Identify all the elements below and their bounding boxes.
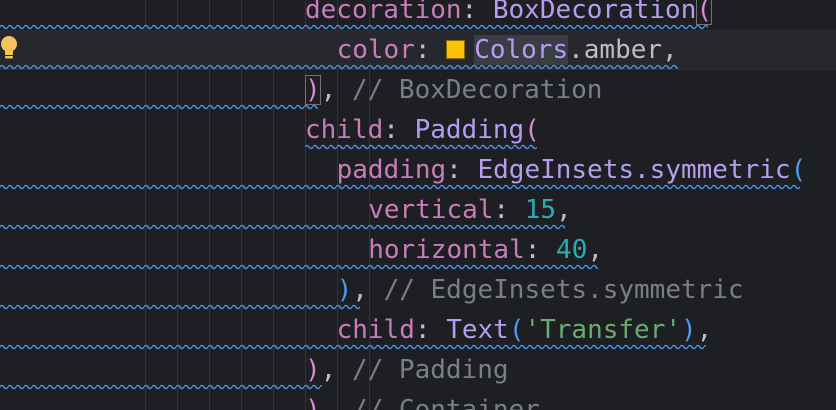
code-token: 15 [524, 195, 557, 225]
code-token: Text [446, 315, 509, 345]
code-token: Padding [414, 115, 525, 145]
code-token: ( [790, 155, 807, 185]
code-token: , [696, 315, 713, 345]
code-line[interactable]: ), // EdgeInsets.symmetric [337, 270, 744, 310]
code-token: ( [508, 315, 525, 345]
code-token: child [305, 115, 384, 145]
code-token: .amber, [568, 35, 678, 65]
color-swatch-icon[interactable] [446, 40, 466, 59]
code-token: decoration [305, 0, 462, 25]
warning-squiggle [0, 104, 318, 110]
code-token: vertical [368, 195, 494, 225]
code-token: child [336, 315, 415, 345]
code-token: , [320, 355, 352, 385]
code-token: : [383, 115, 415, 145]
code-token: ) [681, 315, 697, 345]
code-token: , [587, 235, 604, 265]
code-token: , [556, 195, 572, 225]
code-token: color [336, 35, 415, 65]
code-line[interactable]: ), // Container [305, 390, 540, 410]
warning-squiggle [0, 384, 322, 390]
code-token: BoxDecoration [492, 0, 697, 25]
code-line[interactable]: ), // BoxDecoration [305, 70, 602, 110]
code-token: : [461, 0, 493, 25]
code-token: 40 [556, 235, 588, 265]
code-token: padding [336, 155, 447, 185]
code-token: : [446, 155, 478, 185]
code-token: : [414, 35, 447, 65]
code-token: // BoxDecoration [351, 75, 603, 105]
code-token: , [352, 275, 384, 305]
code-token: ) [305, 75, 321, 105]
code-token: horizontal [368, 235, 525, 265]
lightbulb-icon[interactable] [0, 35, 21, 63]
code-token: // Padding [351, 355, 509, 385]
code-token: : [493, 195, 525, 225]
code-editor[interactable]: decoration: BoxDecoration(color: Colors.… [0, 0, 836, 410]
code-token: Colors [474, 35, 569, 65]
code-token: // EdgeInsets.symmetric [383, 275, 744, 305]
code-token: ( [524, 115, 540, 145]
code-token: // Container [351, 395, 540, 410]
code-token: : [414, 315, 447, 345]
code-token: ) [305, 395, 321, 410]
code-token: ) [336, 275, 353, 305]
code-token: 'Transfer' [524, 315, 682, 345]
code-token: , [320, 395, 352, 410]
code-token: , [320, 75, 352, 105]
code-token: ( [696, 0, 713, 25]
code-line[interactable]: ), // Padding [305, 350, 509, 390]
code-token: .symmetric [634, 155, 791, 185]
code-token: : [524, 235, 557, 265]
warning-squiggle [0, 304, 360, 310]
code-token: EdgeInsets [477, 155, 635, 185]
code-token: ) [305, 355, 321, 385]
